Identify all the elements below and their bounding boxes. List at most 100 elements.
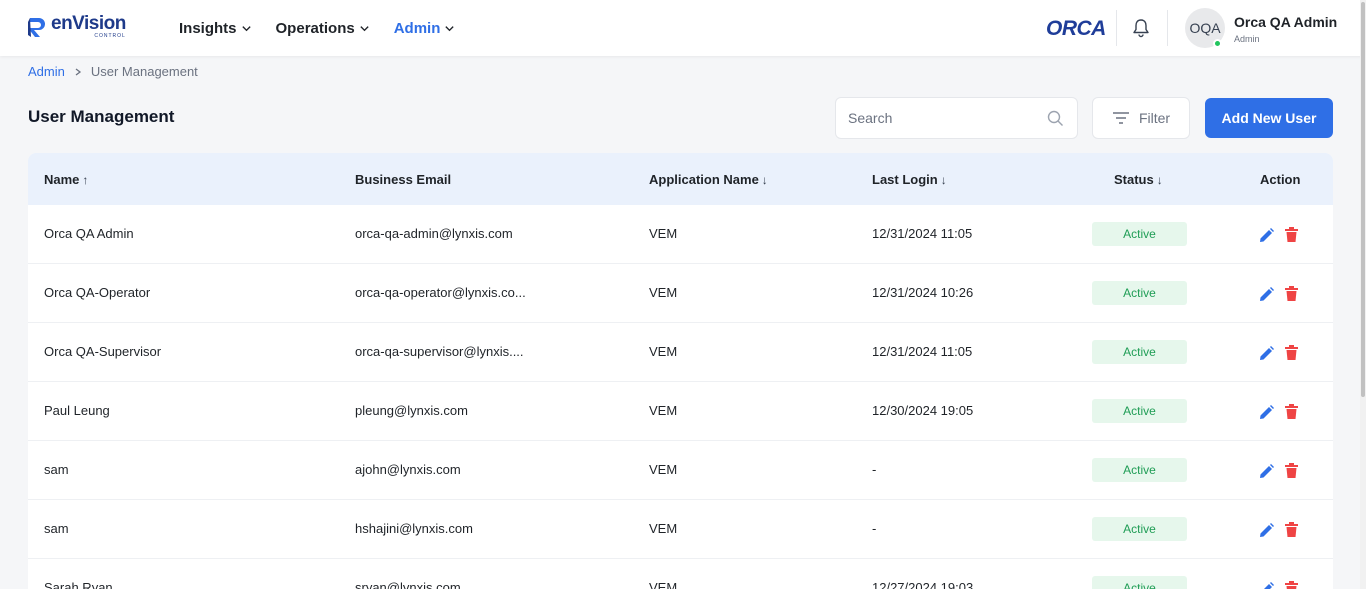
cell-name: sam — [44, 462, 69, 477]
header-divider — [1116, 10, 1117, 46]
cell-last-login: 12/31/2024 10:26 — [872, 285, 974, 300]
cell-application: VEM — [649, 462, 678, 477]
nav-operations-label: Operations — [275, 19, 355, 37]
column-label: Business Email — [355, 172, 452, 187]
search-icon[interactable] — [1047, 110, 1064, 127]
delete-trash-icon[interactable] — [1285, 345, 1298, 360]
search-input[interactable] — [848, 108, 1038, 128]
delete-trash-icon[interactable] — [1285, 581, 1298, 589]
delete-trash-icon[interactable] — [1285, 404, 1298, 419]
cell-name: Paul Leung — [44, 403, 110, 418]
breadcrumb: Admin User Management — [28, 64, 198, 79]
cell-application: VEM — [649, 285, 678, 300]
sort-descending-icon: ↓ — [1156, 172, 1163, 187]
status-badge: Active — [1092, 399, 1187, 423]
chevron-down-icon — [241, 25, 251, 31]
cell-email: ajohn@lynxis.com — [355, 462, 461, 477]
logo-subtext: CONTROL — [94, 33, 126, 39]
nav-admin[interactable]: Admin — [394, 20, 456, 37]
main-nav: Insights Operations Admin — [179, 0, 479, 56]
header-divider — [1167, 10, 1168, 46]
table-row: Sarah Ryan sryan@lynxis.com VEM 12/27/20… — [28, 559, 1333, 589]
edit-pencil-icon[interactable] — [1259, 582, 1274, 589]
add-new-user-button[interactable]: Add New User — [1205, 98, 1333, 138]
status-badge: Active — [1092, 340, 1187, 364]
chevron-down-icon — [360, 25, 369, 31]
column-header-name[interactable]: Name ↑ — [44, 172, 88, 187]
user-table: Name ↑ Business Email Application Name ↓… — [28, 153, 1333, 589]
column-header-status[interactable]: Status ↓ — [1114, 172, 1163, 187]
cell-name: Orca QA Admin — [44, 226, 134, 241]
delete-trash-icon[interactable] — [1285, 227, 1298, 242]
filter-icon — [1112, 112, 1129, 124]
cell-last-login: 12/31/2024 11:05 — [872, 226, 973, 241]
cell-last-login: 12/31/2024 11:05 — [872, 344, 973, 359]
cell-name: sam — [44, 521, 69, 536]
envision-logo-icon — [28, 17, 45, 37]
table-row: Orca QA Admin orca-qa-admin@lynxis.com V… — [28, 205, 1333, 264]
envision-logo[interactable]: enVision CONTROL — [26, 14, 126, 39]
user-role: Admin — [1234, 34, 1260, 44]
column-header-last-login[interactable]: Last Login ↓ — [872, 172, 947, 187]
orca-brand-logo: ORCA — [1046, 17, 1106, 40]
breadcrumb-current: User Management — [90, 64, 198, 79]
page-title: User Management — [28, 107, 175, 126]
status-badge: Active — [1092, 281, 1187, 305]
table-row: sam ajohn@lynxis.com VEM - Active — [28, 441, 1333, 500]
nav-insights-label: Insights — [179, 19, 237, 37]
column-label: Application Name — [649, 172, 759, 187]
cell-last-login: 12/30/2024 19:05 — [872, 403, 974, 418]
status-badge: Active — [1092, 517, 1187, 541]
filter-button[interactable]: Filter — [1092, 97, 1190, 139]
cell-email: hshajini@lynxis.com — [355, 521, 473, 536]
table-header: Name ↑ Business Email Application Name ↓… — [28, 153, 1333, 205]
search-box — [835, 97, 1078, 139]
breadcrumb-admin-link[interactable]: Admin — [28, 64, 65, 79]
edit-pencil-icon[interactable] — [1259, 464, 1274, 479]
cell-name: Sarah Ryan — [44, 580, 113, 589]
cell-application: VEM — [649, 580, 678, 589]
table-row: Paul Leung pleung@lynxis.com VEM 12/30/2… — [28, 382, 1333, 441]
column-header-email: Business Email — [355, 172, 451, 187]
nav-operations[interactable]: Operations — [276, 20, 370, 37]
sort-descending-icon: ↓ — [940, 172, 947, 187]
user-name[interactable]: Orca QA Admin — [1234, 14, 1337, 30]
nav-insights[interactable]: Insights — [179, 20, 252, 37]
table-row: Orca QA-Supervisor orca-qa-supervisor@ly… — [28, 323, 1333, 382]
cell-application: VEM — [649, 521, 678, 536]
delete-trash-icon[interactable] — [1285, 463, 1298, 478]
notification-bell-icon[interactable] — [1131, 18, 1151, 38]
cell-last-login: - — [872, 462, 877, 477]
edit-pencil-icon[interactable] — [1259, 287, 1274, 302]
page-scrollbar-thumb[interactable] — [1361, 2, 1365, 397]
sort-ascending-icon: ↑ — [82, 172, 89, 187]
delete-trash-icon[interactable] — [1285, 522, 1298, 537]
edit-pencil-icon[interactable] — [1259, 228, 1274, 243]
sort-descending-icon: ↓ — [761, 172, 768, 187]
cell-last-login: 12/27/2024 19:03 — [872, 580, 974, 589]
cell-email: sryan@lynxis.com — [355, 580, 461, 589]
column-header-application[interactable]: Application Name ↓ — [649, 172, 768, 187]
status-badge: Active — [1092, 576, 1187, 589]
cell-name: Orca QA-Operator — [44, 285, 151, 300]
chevron-down-icon — [445, 25, 455, 31]
status-badge: Active — [1092, 458, 1187, 482]
cell-email: orca-qa-operator@lynxis.co... — [355, 285, 526, 300]
edit-pencil-icon[interactable] — [1259, 523, 1274, 538]
chevron-right-icon — [75, 67, 81, 76]
online-status-indicator — [1213, 39, 1222, 48]
column-label: Status — [1114, 172, 1154, 187]
column-header-action: Action — [1260, 172, 1300, 187]
cell-email: pleung@lynxis.com — [355, 403, 468, 418]
column-label: Last Login — [872, 172, 938, 187]
delete-trash-icon[interactable] — [1285, 286, 1298, 301]
cell-application: VEM — [649, 344, 678, 359]
logo-text: enVision — [51, 13, 126, 34]
cell-application: VEM — [649, 403, 678, 418]
top-navigation-bar: enVision CONTROL Insights Operations Adm… — [0, 0, 1366, 56]
status-badge: Active — [1092, 222, 1187, 246]
cell-application: VEM — [649, 226, 678, 241]
cell-email: orca-qa-admin@lynxis.com — [355, 226, 513, 241]
edit-pencil-icon[interactable] — [1259, 405, 1274, 420]
edit-pencil-icon[interactable] — [1259, 346, 1274, 361]
